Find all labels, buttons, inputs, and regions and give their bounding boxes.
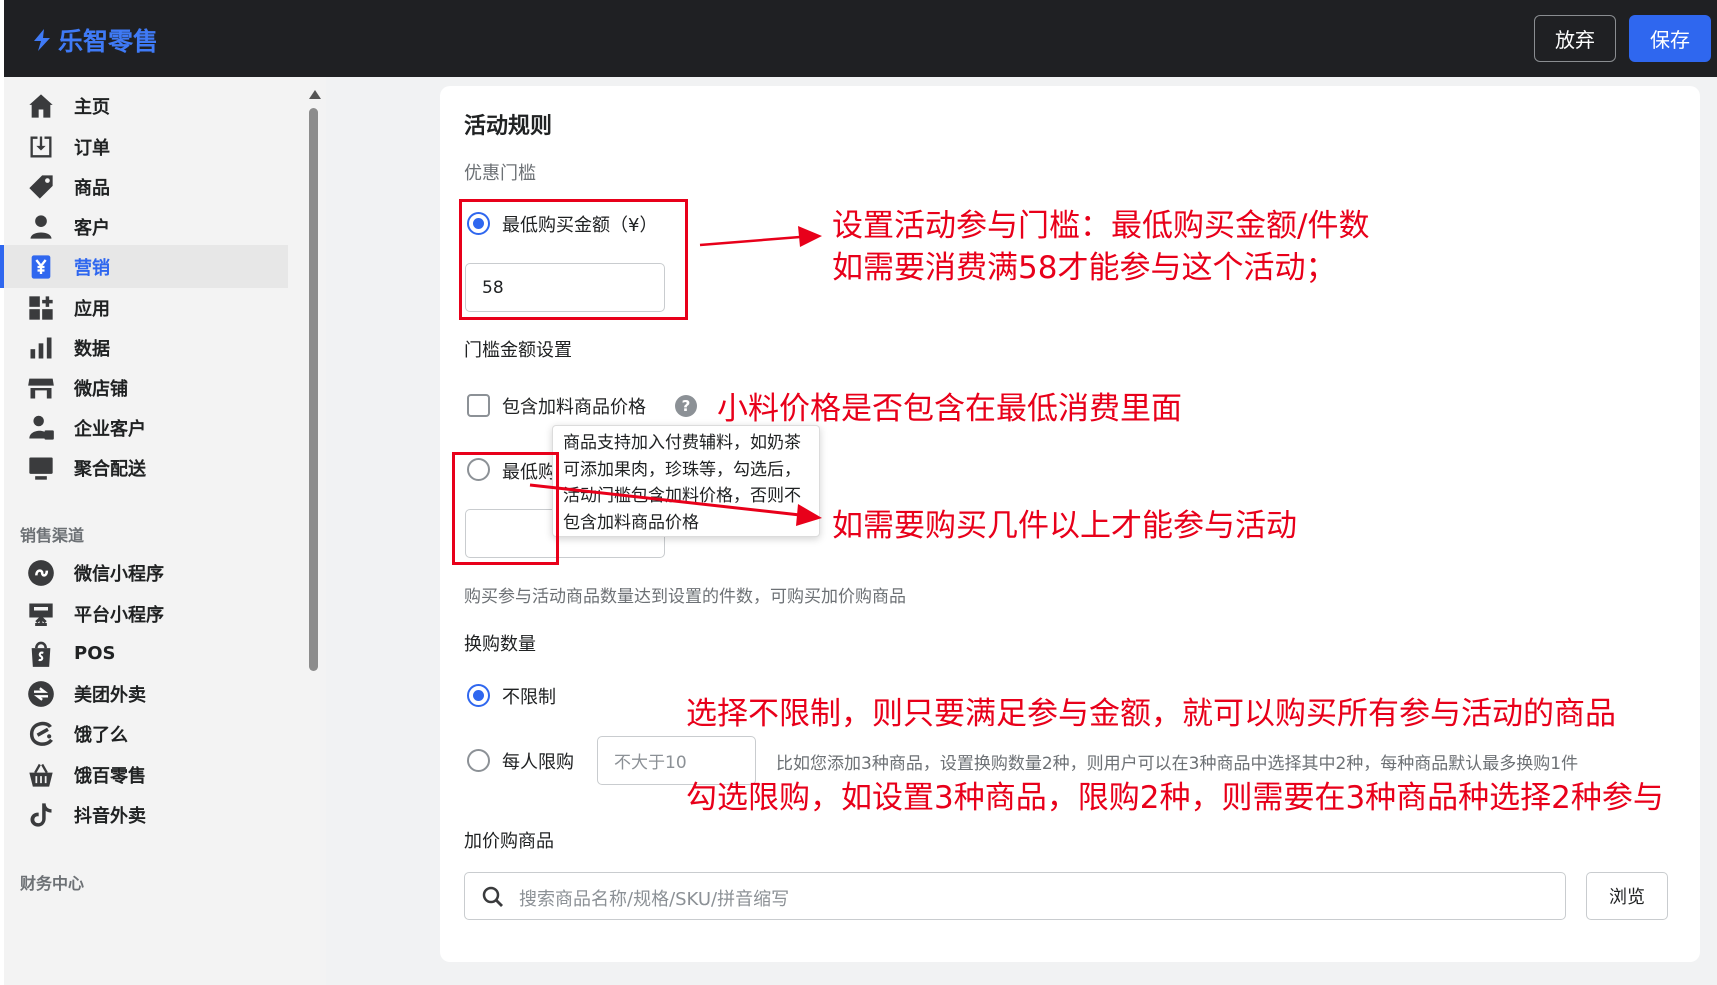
finance-center-title: 财务中心 (20, 874, 85, 893)
sidebar-item-products[interactable]: 商品 (0, 165, 288, 208)
threshold-amount-settings-label: 门槛金额设置 (464, 340, 572, 361)
annotation-note-unlimited: 选择不限制，则只要满足参与金额，就可以购买所有参与活动的商品 (686, 696, 1616, 732)
sidebar-item-label: POS (74, 643, 116, 664)
sidebar-item-label: 企业客户 (74, 418, 146, 440)
sidebar-item-label: 应用 (74, 298, 110, 320)
per-person-limit-radio[interactable] (467, 749, 490, 772)
sidebar-item-label: 微店铺 (74, 378, 128, 400)
sidebar-item-platform-miniprogram[interactable]: 平台小程序 (0, 592, 288, 635)
sidebar-item-customers[interactable]: 客户 (0, 205, 288, 248)
help-icon[interactable]: ? (675, 395, 697, 417)
annotation-note-min-quantity: 如需要购买几件以上才能参与活动 (832, 508, 1297, 544)
annotation-note-threshold-example: 如需要消费满58才能参与这个活动； (832, 250, 1337, 286)
monitor-icon (26, 453, 56, 483)
save-button[interactable]: 保存 (1629, 15, 1711, 62)
sidebar-item-label: 饿百零售 (74, 765, 146, 787)
top-bar: 乐智零售 放弃 保存 (4, 0, 1717, 77)
sidebar-item-label: 抖音外卖 (74, 805, 146, 827)
browse-button[interactable]: 浏览 (1586, 872, 1668, 920)
include-addon-label: 包含加料商品价格 (502, 397, 646, 418)
sidebar-item-wechat-miniprogram[interactable]: 微信小程序 (0, 551, 288, 594)
eleme-icon (26, 719, 56, 749)
sidebar-item-label: 营销 (74, 257, 110, 279)
enterprise-user-icon (26, 413, 56, 443)
person-icon (26, 212, 56, 242)
threshold-label: 优惠门槛 (464, 163, 536, 184)
basket-icon (26, 760, 56, 790)
sidebar-item-label: 聚合配送 (74, 458, 146, 480)
sidebar-scrollbar[interactable] (306, 90, 321, 985)
wechat-miniprogram-icon (26, 558, 56, 588)
order-icon (26, 132, 56, 162)
tag-icon (26, 172, 56, 202)
unlimited-option-label: 不限制 (502, 687, 556, 708)
search-icon (482, 886, 503, 907)
sidebar-item-label: 主页 (74, 96, 110, 118)
sidebar-item-enterprise-customers[interactable]: 企业客户 (0, 406, 288, 449)
scroll-thumb[interactable] (309, 108, 318, 671)
addon-help-tooltip: 商品支持加入付费辅料，如奶茶可添加果肉，珍珠等，勾选后，活动门槛包含加料价格，否… (552, 425, 820, 537)
sidebar-item-label: 客户 (74, 217, 110, 239)
sidebar-item-apps[interactable]: 应用 (0, 286, 288, 329)
search-placeholder: 搜索商品名称/规格/SKU/拼音缩写 (519, 889, 790, 910)
annotation-box-min-quantity (452, 452, 559, 565)
unlimited-radio[interactable] (467, 684, 490, 707)
sidebar-item-orders[interactable]: 订单 (0, 125, 288, 168)
annotation-box-min-amount (459, 199, 688, 320)
per-person-limit-label: 每人限购 (502, 752, 574, 773)
douyin-icon (26, 800, 56, 830)
sidebar-item-label: 订单 (74, 137, 110, 159)
brand-name: 乐智零售 (58, 27, 159, 56)
sidebar-item-douyin[interactable]: 抖音外卖 (0, 793, 288, 836)
quantity-hint: 购买参与活动商品数量达到设置的件数，可购买加价购商品 (464, 587, 906, 607)
home-icon (26, 91, 56, 121)
platform-miniprogram-icon (26, 599, 56, 629)
store-icon (26, 373, 56, 403)
annotation-note-addon-price: 小料价格是否包含在最低消费里面 (717, 391, 1182, 427)
per-person-limit-hint: 比如您添加3种商品，设置换购数量2种，则用户可以在3种商品中选择其中2种，每种商… (776, 754, 1579, 774)
sidebar-item-label: 平台小程序 (74, 604, 164, 626)
sales-channel-title: 销售渠道 (20, 526, 85, 545)
sidebar-item-marketing[interactable]: 营销 (0, 245, 288, 288)
sidebar-item-label: 商品 (74, 177, 110, 199)
sidebar-item-label: 饿了么 (74, 724, 128, 746)
product-search-input[interactable]: 搜索商品名称/规格/SKU/拼音缩写 (464, 872, 1566, 920)
brand-logo-icon (34, 29, 50, 51)
sidebar-item-label: 数据 (74, 338, 110, 360)
sidebar-item-micro-store[interactable]: 微店铺 (0, 366, 288, 409)
sidebar-item-label: 微信小程序 (74, 563, 164, 585)
meituan-icon (26, 679, 56, 709)
sidebar-item-label: 美团外卖 (74, 684, 146, 706)
apps-icon (26, 293, 56, 323)
annotation-note-threshold: 设置活动参与门槛：最低购买金额/件数 (832, 208, 1370, 244)
exchange-quantity-label: 换购数量 (464, 634, 536, 655)
sidebar-item-meituan[interactable]: 美团外卖 (0, 672, 288, 715)
page-title: 活动规则 (464, 114, 553, 139)
shopping-bag-icon (26, 639, 56, 669)
sidebar-item-eleme[interactable]: 饿了么 (0, 712, 288, 755)
sidebar-item-delivery[interactable]: 聚合配送 (0, 446, 288, 489)
sidebar-item-ebai-retail[interactable]: 饿百零售 (0, 753, 288, 796)
yen-icon (26, 252, 56, 282)
annotation-note-per-person: 勾选限购，如设置3种商品，限购2种，则需要在3种商品种选择2种参与 (686, 780, 1664, 816)
scroll-up-arrow[interactable] (309, 90, 321, 99)
include-addon-checkbox[interactable] (467, 394, 490, 417)
bar-chart-icon (26, 333, 56, 363)
sidebar-item-home[interactable]: 主页 (0, 84, 288, 127)
discard-button[interactable]: 放弃 (1534, 15, 1616, 62)
sidebar-item-data[interactable]: 数据 (0, 326, 288, 369)
sidebar-item-pos[interactable]: POS (0, 632, 288, 675)
brand-logo[interactable]: 乐智零售 (30, 22, 158, 58)
addon-products-label: 加价购商品 (464, 831, 554, 852)
